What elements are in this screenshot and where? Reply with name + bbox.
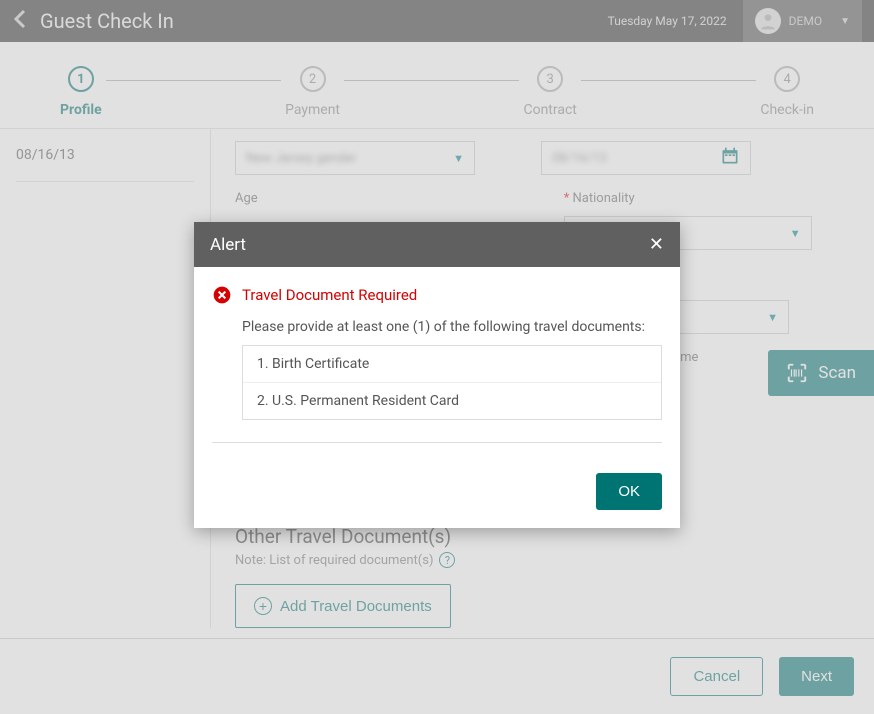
error-icon: [212, 285, 232, 305]
divider: [212, 442, 662, 443]
doc-item: 2. U.S. Permanent Resident Card: [243, 383, 661, 419]
alert-message: Please provide at least one (1) of the f…: [242, 319, 662, 335]
close-icon[interactable]: ✕: [649, 234, 664, 255]
alert-heading: Travel Document Required: [212, 285, 662, 305]
doc-item: 1. Birth Certificate: [243, 346, 661, 383]
modal-title: Alert: [210, 235, 246, 255]
ok-button[interactable]: OK: [596, 473, 662, 510]
required-docs-list: 1. Birth Certificate 2. U.S. Permanent R…: [242, 345, 662, 420]
alert-modal: Alert ✕ Travel Document Required Please …: [194, 222, 680, 528]
modal-overlay: Alert ✕ Travel Document Required Please …: [0, 0, 874, 714]
modal-header: Alert ✕: [194, 222, 680, 267]
